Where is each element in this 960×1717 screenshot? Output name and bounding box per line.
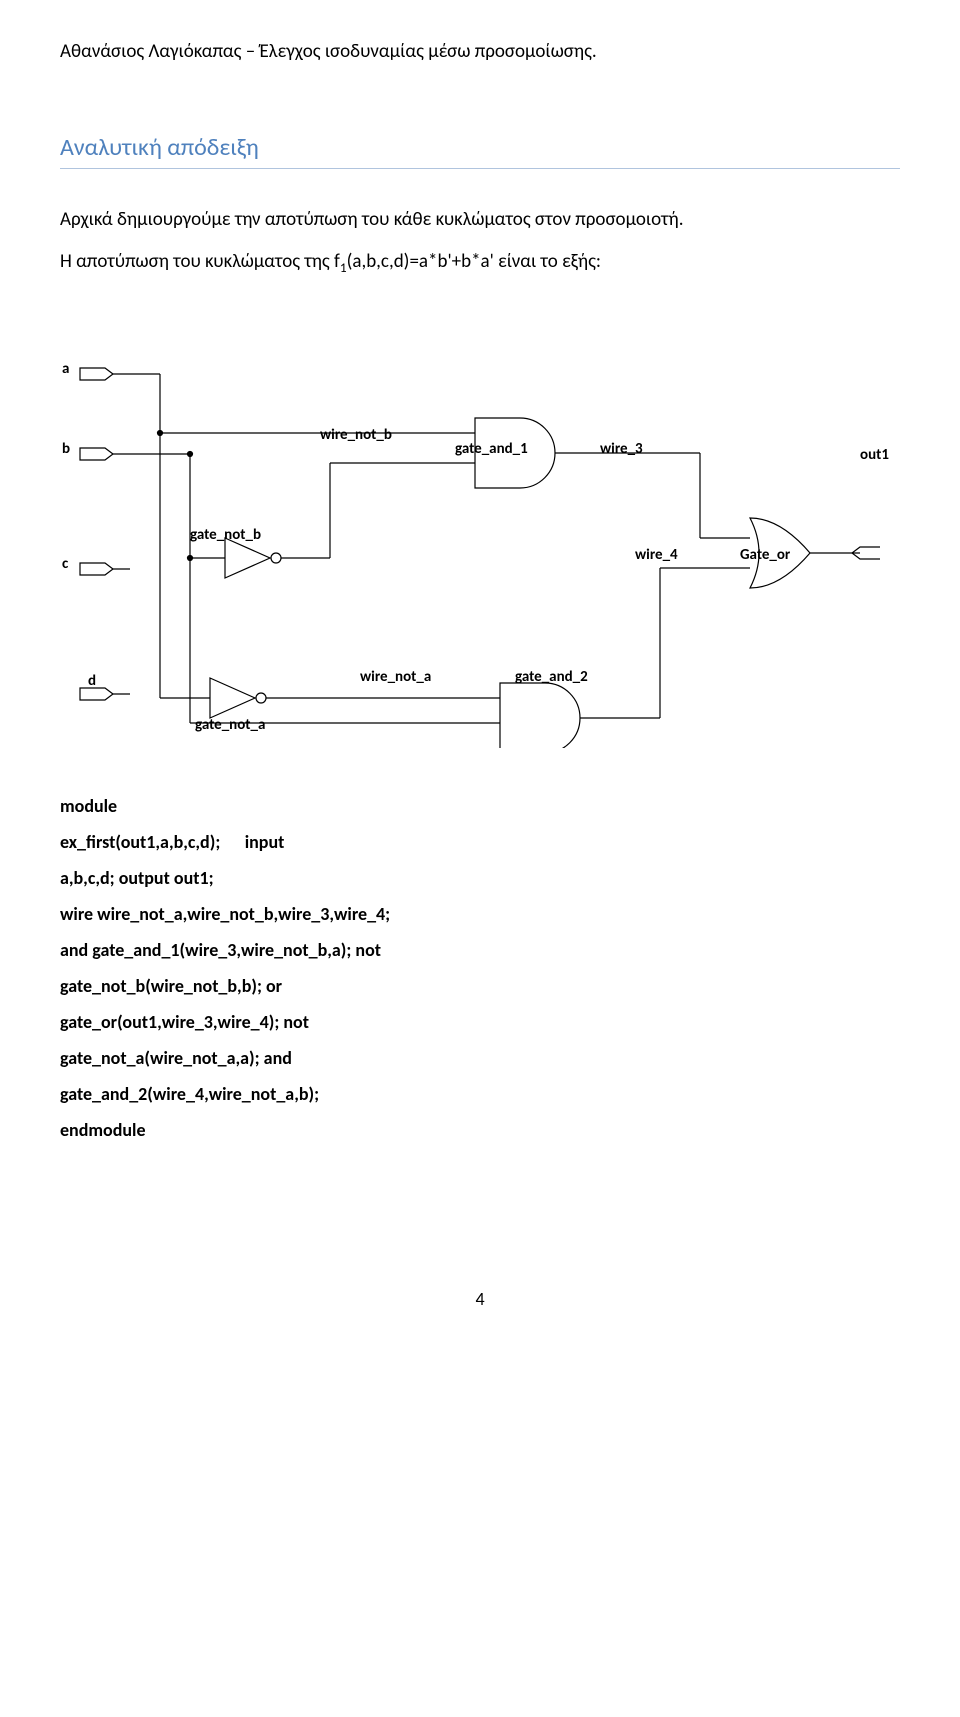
code-line-4: wire wire_not_a,wire_not_b,wire_3,wire_4…: [60, 896, 900, 932]
paragraph-2-suffix: (a,b,c,d)=a*b'+b*a' είναι το εξής:: [347, 250, 601, 273]
code-line-8: gate_not_a(wire_not_a,a); and: [60, 1040, 900, 1076]
paragraph-1: Αρχικά δημιουργούμε την αποτύπωση του κά…: [60, 205, 900, 235]
code-line-6: gate_not_b(wire_not_b,b); or: [60, 968, 900, 1004]
label-gate-and-2: gate_and_2: [515, 668, 588, 686]
port-c: [80, 563, 113, 575]
document-page: Αθανάσιος Λαγιόκαπας – Έλεγχος ισοδυναμί…: [0, 0, 960, 1350]
label-gate-not-b: gate_not_b: [190, 526, 261, 544]
gate-not-a-shape: [210, 678, 255, 718]
port-a: [80, 368, 113, 380]
code-line-3: a,b,c,d; output out1;: [60, 860, 900, 896]
label-wire-not-b: wire_not_b: [320, 426, 392, 444]
code-line-1: module: [60, 788, 900, 824]
code-line-2a: ex_first(out1,a,b,c,d);: [60, 824, 220, 860]
port-d: [80, 688, 113, 700]
label-out1: out1: [860, 446, 889, 464]
label-wire-4: wire_4: [635, 546, 678, 564]
gate-not-b-shape: [225, 538, 270, 578]
label-c: c: [62, 555, 68, 573]
code-line-2b: input: [245, 824, 285, 860]
gate-and-2-shape: [500, 683, 580, 748]
port-b: [80, 448, 113, 460]
code-line-5: and gate_and_1(wire_3,wire_not_b,a); not: [60, 932, 900, 968]
label-wire-not-a: wire_not_a: [360, 668, 431, 686]
circuit-svg: [60, 328, 880, 748]
circuit-diagram: a b c d wire_not_b gate_not_b gate_and_1…: [60, 328, 880, 748]
code-line-7: gate_or(out1,wire_3,wire_4); not: [60, 1004, 900, 1040]
section-rule: [60, 168, 900, 169]
code-line-9: gate_and_2(wire_4,wire_not_a,b);: [60, 1076, 900, 1112]
section-heading: Αναλυτική απόδειξη: [60, 133, 900, 162]
label-gate-and-1: gate_and_1: [455, 440, 528, 458]
label-wire-3: wire_3: [600, 440, 643, 458]
code-line-10: endmodule: [60, 1112, 900, 1148]
label-gate-or: Gate_or: [740, 546, 790, 564]
page-number: 4: [60, 1288, 900, 1310]
label-b: b: [62, 440, 70, 458]
label-a: a: [62, 360, 69, 378]
paragraph-2: Η αποτύπωση του κυκλώματος της f1(a,b,c,…: [60, 247, 900, 278]
paragraph-2-prefix: Η αποτύπωση του κυκλώματος της f: [60, 250, 340, 273]
label-gate-not-a: gate_not_a: [195, 716, 265, 734]
paragraph-2-sub: 1: [340, 259, 347, 276]
code-line-2: ex_first(out1,a,b,c,d); input: [60, 824, 900, 860]
code-block: module ex_first(out1,a,b,c,d); input a,b…: [60, 788, 900, 1148]
label-d: d: [88, 672, 96, 690]
page-header: Αθανάσιος Λαγιόκαπας – Έλεγχος ισοδυναμί…: [60, 40, 900, 63]
